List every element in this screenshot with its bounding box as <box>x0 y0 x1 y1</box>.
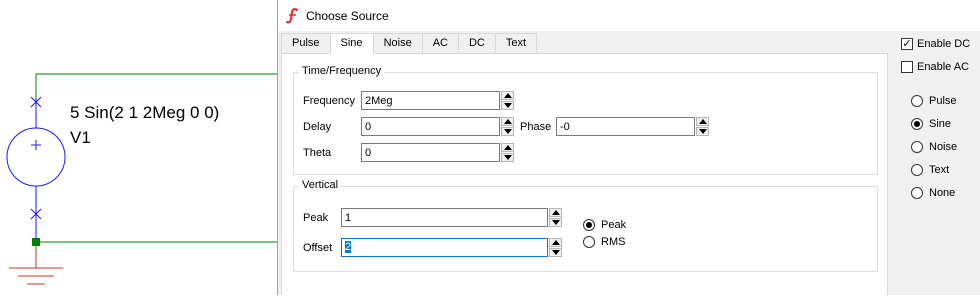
time-frequency-legend: Time/Frequency <box>299 65 385 77</box>
radio-source-text-indicator[interactable] <box>911 164 923 176</box>
spin-up-icon[interactable] <box>696 117 709 126</box>
schematic-canvas[interactable]: 5 Sin(2 1 2Meg 0 0) V1 <box>0 0 285 295</box>
source-value-label[interactable]: 5 Sin(2 1 2Meg 0 0) <box>70 103 219 123</box>
dialog-titlebar[interactable]: Choose Source <box>278 0 980 31</box>
radio-source-none-label: None <box>929 187 956 199</box>
radio-source-pulse[interactable]: Pulse <box>911 95 957 107</box>
radio-peak[interactable]: Peak <box>583 219 626 231</box>
radio-source-noise[interactable]: Noise <box>911 141 957 153</box>
spin-down-icon[interactable] <box>549 218 562 227</box>
offset-label: Offset <box>303 242 333 254</box>
radio-source-sine-indicator[interactable] <box>911 118 923 130</box>
peak-input[interactable] <box>341 208 548 227</box>
source-tabs: Pulse Sine Noise AC DC Text <box>281 33 538 54</box>
theta-input[interactable] <box>361 143 500 162</box>
spin-down-icon[interactable] <box>549 248 562 257</box>
frequency-label: Frequency <box>303 95 355 107</box>
spin-up-icon[interactable] <box>501 143 514 152</box>
frequency-input[interactable] <box>361 91 500 110</box>
choose-source-dialog: Choose Source Pulse Sine Noise AC DC Tex… <box>277 0 980 295</box>
phase-spinner[interactable] <box>696 117 709 136</box>
tab-sine[interactable]: Sine <box>329 33 374 54</box>
app-logo-icon <box>285 7 300 24</box>
radio-source-text[interactable]: Text <box>911 164 949 176</box>
sine-tab-panel: Time/Frequency Frequency Delay Phase The… <box>281 53 888 295</box>
enable-dc-label: Enable DC <box>917 38 971 50</box>
radio-source-none[interactable]: None <box>911 187 955 199</box>
tab-pulse[interactable]: Pulse <box>281 33 331 53</box>
radio-rms-indicator[interactable] <box>583 236 595 248</box>
time-frequency-group: Time/Frequency Frequency Delay Phase The… <box>293 65 878 175</box>
radio-source-text-label: Text <box>929 164 950 176</box>
peak-label: Peak <box>303 212 329 224</box>
delay-spinner[interactable] <box>501 117 514 136</box>
spin-down-icon[interactable] <box>501 101 514 110</box>
spin-down-icon[interactable] <box>501 127 514 136</box>
radio-peak-label: Peak <box>601 219 627 231</box>
radio-source-sine[interactable]: Sine <box>911 118 951 130</box>
enable-dc-checkmark-icon[interactable]: ✓ <box>901 38 913 50</box>
voltage-source-symbol <box>6 127 66 187</box>
offset-input-selected-text: 2 <box>345 241 352 253</box>
radio-source-noise-label: Noise <box>929 141 958 153</box>
spin-down-icon[interactable] <box>696 127 709 136</box>
tab-ac[interactable]: AC <box>421 33 459 53</box>
vertical-legend: Vertical <box>299 179 342 191</box>
enable-ac-box-icon[interactable] <box>901 61 913 73</box>
spin-up-icon[interactable] <box>501 91 514 100</box>
spin-up-icon[interactable] <box>549 208 562 217</box>
theta-spinner[interactable] <box>501 143 514 162</box>
tab-noise[interactable]: Noise <box>372 33 423 53</box>
tab-dc[interactable]: DC <box>457 33 496 53</box>
radio-peak-indicator[interactable] <box>583 219 595 231</box>
radio-rms[interactable]: RMS <box>583 236 625 248</box>
vertical-group: Vertical Peak Offset 2 Peak RMS <box>293 179 878 272</box>
enable-ac-label: Enable AC <box>917 61 969 73</box>
tab-text[interactable]: Text <box>494 33 538 53</box>
spin-up-icon[interactable] <box>501 117 514 126</box>
delay-label: Delay <box>303 121 332 133</box>
frequency-spinner[interactable] <box>501 91 514 110</box>
radio-source-pulse-indicator[interactable] <box>911 95 923 107</box>
radio-source-pulse-label: Pulse <box>929 95 957 107</box>
phase-input[interactable] <box>556 117 695 136</box>
delay-input[interactable] <box>361 117 500 136</box>
junction-node <box>32 238 40 246</box>
phase-label: Phase <box>520 121 552 133</box>
radio-rms-label: RMS <box>601 236 626 248</box>
spin-up-icon[interactable] <box>549 238 562 247</box>
enable-ac-checkbox[interactable]: Enable AC <box>901 61 969 73</box>
theta-label: Theta <box>303 147 332 159</box>
schematic-drawing <box>6 73 285 285</box>
offset-input[interactable]: 2 <box>341 238 548 257</box>
radio-source-none-indicator[interactable] <box>911 187 923 199</box>
radio-source-noise-indicator[interactable] <box>911 141 923 153</box>
spin-down-icon[interactable] <box>501 153 514 162</box>
peak-spinner[interactable] <box>549 208 562 227</box>
dialog-title: Choose Source <box>306 8 389 23</box>
offset-spinner[interactable] <box>549 238 562 257</box>
enable-dc-checkbox[interactable]: ✓ Enable DC <box>901 38 970 50</box>
radio-source-sine-label: Sine <box>929 118 952 130</box>
source-name-label[interactable]: V1 <box>70 128 91 148</box>
